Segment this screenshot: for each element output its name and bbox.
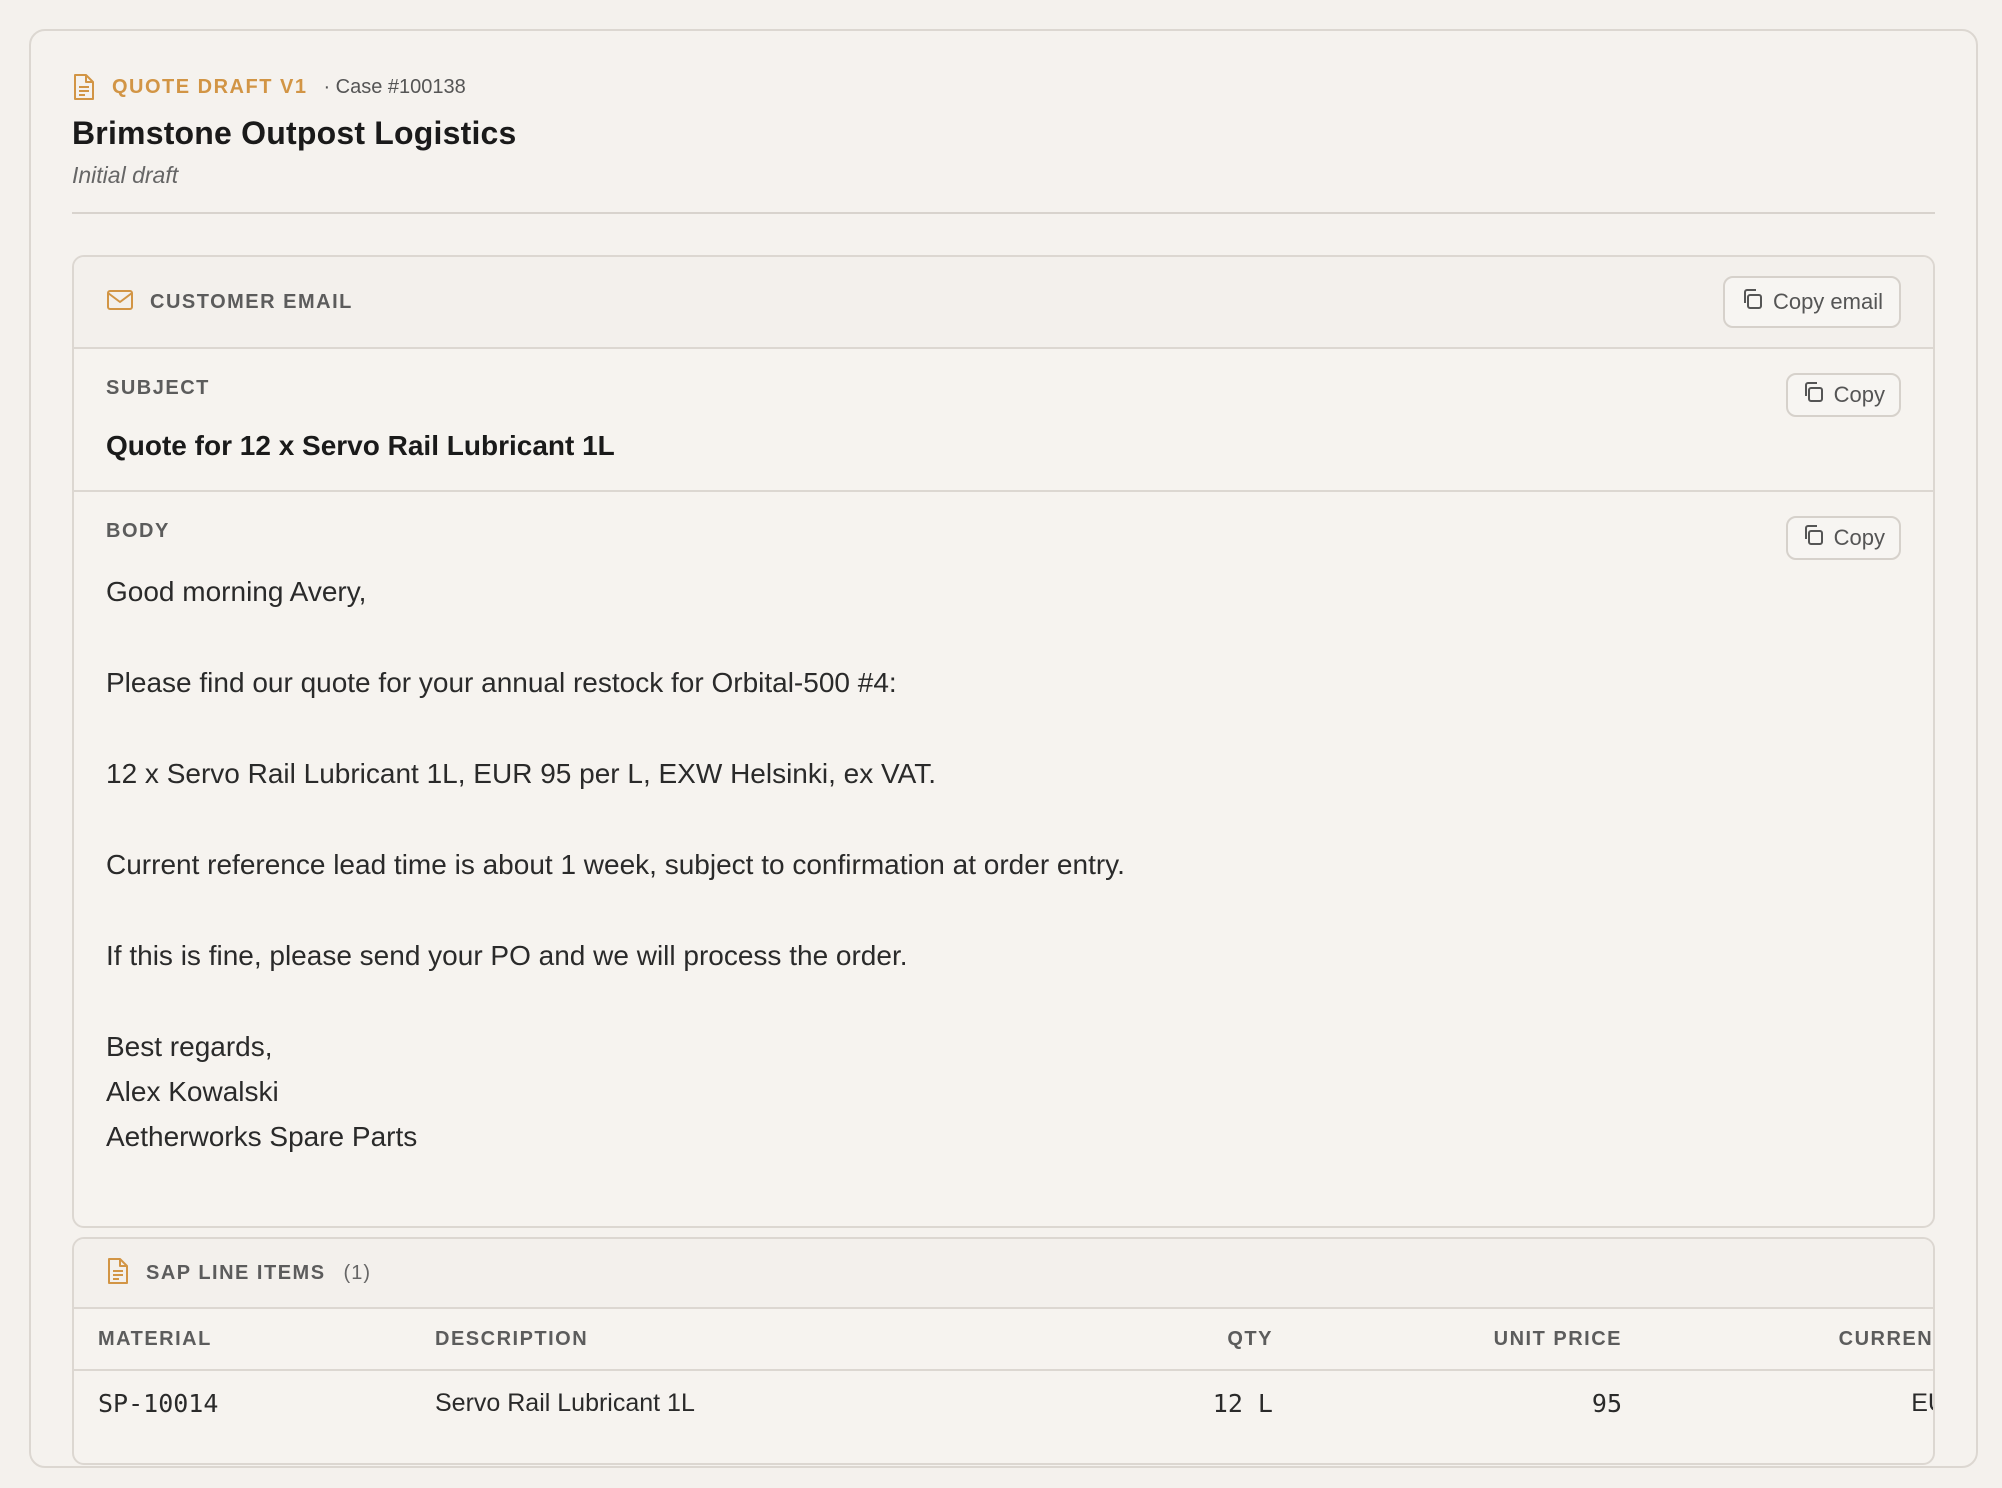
customer-email-header: CUSTOMER EMAIL Copy email: [74, 257, 1933, 349]
copy-subject-label: Copy: [1833, 382, 1885, 407]
unit-price-cell: 95: [1591, 1388, 1622, 1418]
qty-cell: 12 L: [1212, 1388, 1273, 1418]
copy-icon: [1741, 288, 1763, 316]
document-icon: [106, 1257, 130, 1290]
page-subtitle: Initial draft: [72, 162, 179, 188]
line-items-table: MATERIAL DESCRIPTION QTY UNIT PRICE CURR…: [74, 1309, 1933, 1435]
email-body: Good morning Avery, Please find our quot…: [106, 569, 1901, 1159]
email-paragraph: If this is fine, please send your PO and…: [106, 940, 908, 971]
quote-version-label: QUOTE DRAFT V1: [112, 75, 308, 98]
material-cell: SP-10014: [98, 1388, 219, 1418]
email-signoff: Best regards,: [106, 1031, 273, 1062]
column-header-currency: CURRENCY: [1646, 1309, 1933, 1371]
subject-section: SUBJECT Copy Quote for 12 x Servo Rail L…: [74, 349, 1933, 492]
mail-icon: [106, 289, 134, 316]
customer-email-label: CUSTOMER EMAIL: [150, 290, 353, 313]
copy-icon: [1802, 381, 1824, 409]
sap-line-items-panel: SAP LINE ITEMS (1) MATERIAL DESCRIPTION …: [72, 1237, 1935, 1465]
copy-body-label: Copy: [1833, 525, 1885, 550]
column-header-material: MATERIAL: [74, 1309, 411, 1371]
description-cell: Servo Rail Lubricant 1L: [435, 1388, 695, 1417]
email-greeting: Good morning Avery,: [106, 576, 367, 607]
customer-email-panel: CUSTOMER EMAIL Copy email SUBJECT Copy Q…: [72, 255, 1935, 1228]
subject-label: SUBJECT: [106, 377, 210, 399]
body-section: BODY Copy Good morning Avery, Please fin…: [74, 492, 1933, 1159]
email-sender-company: Aetherworks Spare Parts: [106, 1121, 418, 1152]
column-header-qty: QTY: [961, 1309, 1297, 1371]
column-header-description: DESCRIPTION: [411, 1309, 961, 1371]
email-paragraph: Current reference lead time is about 1 w…: [106, 849, 1125, 880]
table-header-row: MATERIAL DESCRIPTION QTY UNIT PRICE CURR…: [74, 1309, 1933, 1371]
copy-icon: [1802, 524, 1824, 552]
currency-cell: EUR: [1911, 1388, 1933, 1417]
email-sender-name: Alex Kowalski: [106, 1076, 279, 1107]
quote-draft-card: QUOTE DRAFT V1 · Case #100138 Brimstone …: [29, 29, 1978, 1468]
copy-email-label: Copy email: [1772, 289, 1883, 314]
copy-body-button[interactable]: Copy: [1785, 516, 1901, 560]
body-label: BODY: [106, 520, 170, 542]
document-icon: [72, 73, 96, 101]
sap-line-items-header: SAP LINE ITEMS (1): [74, 1239, 1933, 1309]
page-title: Brimstone Outpost Logistics: [72, 115, 517, 151]
email-paragraph: 12 x Servo Rail Lubricant 1L, EUR 95 per…: [106, 758, 936, 789]
email-subject: Quote for 12 x Servo Rail Lubricant 1L: [106, 430, 615, 461]
email-paragraph: Please find our quote for your annual re…: [106, 667, 897, 698]
column-header-unit-price: UNIT PRICE: [1297, 1309, 1646, 1371]
line-items-count: (1): [343, 1261, 371, 1284]
copy-email-button[interactable]: Copy email: [1722, 276, 1901, 328]
quote-eyebrow: QUOTE DRAFT V1 · Case #100138: [72, 67, 1935, 107]
table-row: SP-10014 Servo Rail Lubricant 1L 12 L 95…: [74, 1370, 1933, 1435]
quote-header: QUOTE DRAFT V1 · Case #100138 Brimstone …: [72, 67, 1935, 189]
copy-subject-button[interactable]: Copy: [1785, 373, 1901, 417]
case-number: · Case #100138: [323, 75, 466, 98]
sap-line-items-label: SAP LINE ITEMS: [146, 1261, 326, 1284]
header-divider: [72, 212, 1935, 214]
